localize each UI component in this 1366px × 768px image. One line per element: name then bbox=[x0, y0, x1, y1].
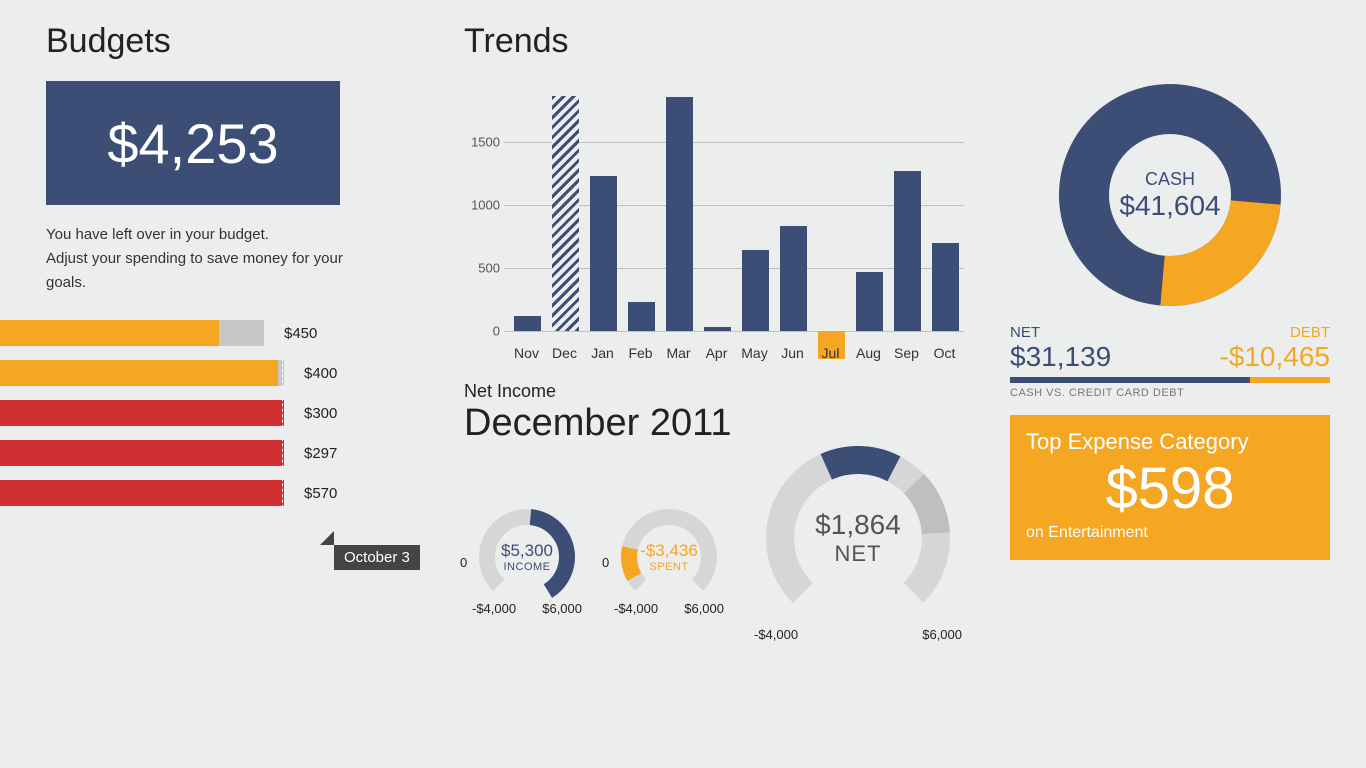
bar[interactable] bbox=[742, 250, 769, 331]
net-vs-debt-caption: CASH VS. CREDIT CARD DEBT bbox=[1010, 387, 1330, 399]
bar-xtick: Mar bbox=[660, 345, 698, 361]
trends-title: Trends bbox=[464, 22, 964, 61]
gauge-zero: 0 bbox=[460, 555, 467, 570]
net-vs-debt-bar bbox=[1010, 377, 1330, 383]
cash-value: $41,604 bbox=[1119, 190, 1220, 222]
top-expense-title: Top Expense Category bbox=[1026, 429, 1314, 455]
bar-xtick: May bbox=[736, 345, 774, 361]
budget-line2: Adjust your spending to save money for y… bbox=[46, 247, 376, 295]
bar[interactable] bbox=[552, 96, 579, 331]
bar[interactable] bbox=[780, 226, 807, 331]
trends-panel: Trends 0 500 1000 1500NovDecJanFebMarApr… bbox=[464, 22, 964, 445]
bar[interactable] bbox=[894, 171, 921, 331]
net-vs-debt: NET $31,139 DEBT -$10,465 CASH VS. CREDI… bbox=[1010, 324, 1330, 399]
cash-donut[interactable]: CASH $41,604 bbox=[1055, 80, 1285, 310]
budget-line1: You have left over in your budget. bbox=[46, 223, 376, 247]
bar[interactable] bbox=[666, 97, 693, 331]
bar-xtick: Aug bbox=[850, 345, 888, 361]
top-expense-sub: on Entertainment bbox=[1026, 524, 1314, 542]
budget-description: You have left over in your budget. Adjus… bbox=[46, 223, 376, 295]
bar[interactable] bbox=[628, 302, 655, 331]
budgets-panel: Budgets $4,253 You have left over in you… bbox=[46, 22, 416, 295]
gauge-zero: 0 bbox=[602, 555, 609, 570]
date-tag[interactable]: October 3 bbox=[334, 545, 420, 570]
gauge-max: $6,000 bbox=[542, 601, 582, 616]
debt-value: -$10,465 bbox=[1219, 341, 1330, 373]
budget-bar-label: $450 bbox=[284, 325, 317, 342]
budget-bar[interactable]: $297 bbox=[0, 440, 374, 466]
gauge-min: -$4,000 bbox=[754, 627, 798, 642]
bar[interactable] bbox=[704, 327, 731, 331]
gauge-max: $6,000 bbox=[922, 627, 962, 642]
bar-xtick: Jan bbox=[584, 345, 622, 361]
bar-xtick: Jul bbox=[812, 345, 850, 361]
spent-amount: -$3,436 bbox=[640, 541, 698, 561]
top-expense-amount: $598 bbox=[1026, 459, 1314, 520]
net-income-label: Net Income bbox=[464, 381, 964, 402]
debt-label: DEBT bbox=[1219, 324, 1330, 341]
budget-bar[interactable]: $400 bbox=[0, 360, 374, 386]
budget-amount-box[interactable]: $4,253 bbox=[46, 81, 340, 205]
top-expense-card[interactable]: Top Expense Category $598 on Entertainme… bbox=[1010, 415, 1330, 560]
bar-xtick: Jun bbox=[774, 345, 812, 361]
income-amount: $5,300 bbox=[501, 541, 553, 561]
net-income-barchart[interactable]: 0 500 1000 1500NovDecJanFebMarAprMayJunJ… bbox=[464, 81, 964, 361]
budget-bar[interactable]: $300 bbox=[0, 400, 374, 426]
net-gauge[interactable]: $1,864 NET -$4,000 $6,000 bbox=[758, 438, 958, 638]
bar-xtick: Nov bbox=[508, 345, 546, 361]
bar-xtick: Feb bbox=[622, 345, 660, 361]
gauge-max: $6,000 bbox=[684, 601, 724, 616]
budget-bar[interactable]: $450 bbox=[0, 320, 374, 346]
budget-bar-label: $400 bbox=[304, 365, 337, 382]
budget-bar-label: $300 bbox=[304, 405, 337, 422]
budget-bar[interactable]: $570 bbox=[0, 480, 374, 506]
spent-sub: SPENT bbox=[649, 561, 688, 573]
income-gauge[interactable]: $5,300 INCOME 0 -$4,000 $6,000 bbox=[472, 502, 582, 612]
bar-xtick: Oct bbox=[926, 345, 964, 361]
budget-amount: $4,253 bbox=[107, 111, 278, 176]
income-sub: INCOME bbox=[504, 561, 551, 573]
cash-label: CASH bbox=[1145, 169, 1195, 190]
net-amount: $1,864 bbox=[815, 509, 901, 541]
gauge-min: -$4,000 bbox=[472, 601, 516, 616]
net-value: $31,139 bbox=[1010, 341, 1111, 373]
budget-bar-label: $297 bbox=[304, 445, 337, 462]
budgets-title: Budgets bbox=[46, 22, 416, 61]
bar-xtick: Apr bbox=[698, 345, 736, 361]
net-sub: NET bbox=[835, 541, 882, 567]
bar-xtick: Sep bbox=[888, 345, 926, 361]
bar[interactable] bbox=[514, 316, 541, 331]
bar[interactable] bbox=[590, 176, 617, 331]
budget-bar-label: $570 bbox=[304, 485, 337, 502]
bar[interactable] bbox=[856, 272, 883, 331]
budget-bar-list: $450 $400 $300 $297 $570 bbox=[0, 320, 374, 520]
bar-xtick: Dec bbox=[546, 345, 584, 361]
bar[interactable] bbox=[932, 243, 959, 331]
gauge-min: -$4,000 bbox=[614, 601, 658, 616]
cash-panel: CASH $41,604 NET $31,139 DEBT -$10,465 C… bbox=[1010, 80, 1330, 560]
spent-gauge[interactable]: -$3,436 SPENT 0 -$4,000 $6,000 bbox=[614, 502, 724, 612]
net-label: NET bbox=[1010, 324, 1111, 341]
